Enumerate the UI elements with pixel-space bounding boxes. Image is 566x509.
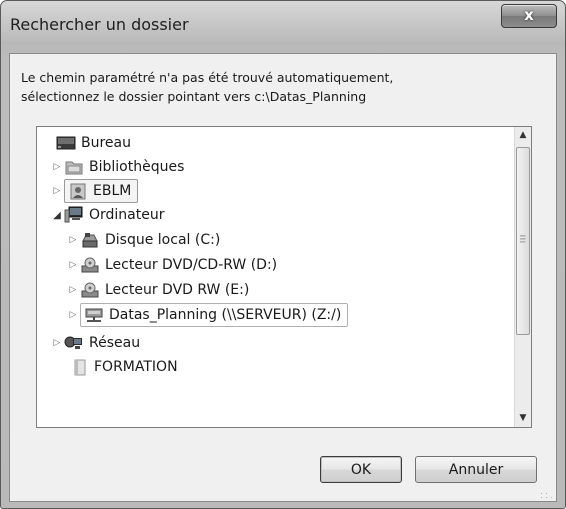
- expand-arrow-icon[interactable]: ▷: [51, 162, 63, 172]
- scroll-down-icon[interactable]: ▼: [515, 410, 531, 427]
- expand-arrow-icon[interactable]: ▷: [67, 260, 79, 270]
- ok-button[interactable]: OK: [320, 456, 402, 483]
- library-icon: [64, 158, 84, 176]
- tree-item-label: Disque local (C:): [105, 232, 221, 248]
- tree-item-label: Réseau: [89, 335, 141, 351]
- cancel-button[interactable]: Annuler: [415, 456, 537, 483]
- desktop-icon: [56, 134, 76, 152]
- expand-arrow-icon[interactable]: ▷: [67, 285, 79, 295]
- tree-item-disque-local[interactable]: ▷ Disque local (C:): [67, 228, 221, 252]
- expand-arrow-icon[interactable]: ▷: [67, 310, 79, 320]
- tree-item-label: Lecteur DVD RW (E:): [105, 282, 250, 298]
- dvd-drive-icon: [80, 256, 100, 274]
- tree-item-bureau[interactable]: Bureau: [43, 131, 131, 155]
- dialog-body: Le chemin paramétré n'a pas été trouvé a…: [9, 53, 557, 502]
- tree-item-label: FORMATION: [94, 359, 178, 375]
- grip-icon: ─ ─ ─: [520, 232, 526, 248]
- tree-item-bibliotheques[interactable]: ▷ Bibliothèques: [51, 155, 185, 179]
- tree-item-formation[interactable]: FORMATION: [56, 355, 178, 379]
- close-icon: x: [524, 6, 534, 24]
- scroll-up-icon[interactable]: ▲: [515, 127, 531, 144]
- tree-item-label: Datas_Planning (\\SERVEUR) (Z:/): [109, 307, 342, 323]
- folder-icon: [69, 358, 89, 376]
- expand-arrow-icon[interactable]: ▷: [51, 338, 63, 348]
- close-button[interactable]: x: [501, 4, 557, 28]
- instruction-message: Le chemin paramétré n'a pas été trouvé a…: [21, 68, 393, 106]
- network-icon: [64, 334, 84, 352]
- instruction-line-2: sélectionnez le dossier pointant vers c:…: [21, 89, 367, 104]
- tree-item-datas-planning[interactable]: ▷ Datas_Planning (\\SERVEUR) (Z:/): [67, 303, 349, 327]
- expand-arrow-icon[interactable]: ▷: [51, 186, 63, 196]
- tree-item-label: EBLM: [93, 183, 132, 199]
- expand-arrow-icon[interactable]: ▷: [67, 235, 79, 245]
- folder-browser-dialog: Rechercher un dossier x Le chemin paramé…: [0, 0, 566, 509]
- folder-tree[interactable]: Bureau ▷ Bibliothèques ▷ EBLM ◢ Ordinate…: [36, 126, 532, 428]
- tree-item-reseau[interactable]: ▷ Réseau: [51, 331, 141, 355]
- tree-item-lecteur-dvd-rw[interactable]: ▷ Lecteur DVD RW (E:): [67, 278, 250, 302]
- vertical-scrollbar[interactable]: ▲ ─ ─ ─ ▼: [514, 127, 531, 427]
- instruction-line-1: Le chemin paramétré n'a pas été trouvé a…: [21, 70, 394, 85]
- tree-item-ordinateur[interactable]: ◢ Ordinateur: [51, 203, 165, 227]
- resize-grip-icon[interactable]: . .. . .: [540, 488, 553, 500]
- hard-drive-icon: [80, 231, 100, 249]
- collapse-arrow-icon[interactable]: ◢: [51, 210, 63, 221]
- tree-item-label: Ordinateur: [89, 207, 165, 223]
- tree-item-eblm[interactable]: ▷ EBLM: [51, 179, 139, 203]
- tree-item-label: Bibliothèques: [89, 159, 185, 175]
- network-drive-icon: [84, 306, 104, 324]
- tree-item-label: Bureau: [81, 135, 131, 151]
- tree-item-lecteur-dvd-cd-rw[interactable]: ▷ Lecteur DVD/CD-RW (D:): [67, 253, 278, 277]
- title-bar[interactable]: Rechercher un dossier x: [1, 1, 565, 53]
- dvd-drive-icon: [80, 281, 100, 299]
- scrollbar-thumb[interactable]: ─ ─ ─: [516, 147, 530, 335]
- user-folder-icon: [68, 182, 88, 200]
- tree-item-label: Lecteur DVD/CD-RW (D:): [105, 257, 278, 273]
- computer-icon: [64, 206, 84, 224]
- window-title: Rechercher un dossier: [10, 15, 189, 34]
